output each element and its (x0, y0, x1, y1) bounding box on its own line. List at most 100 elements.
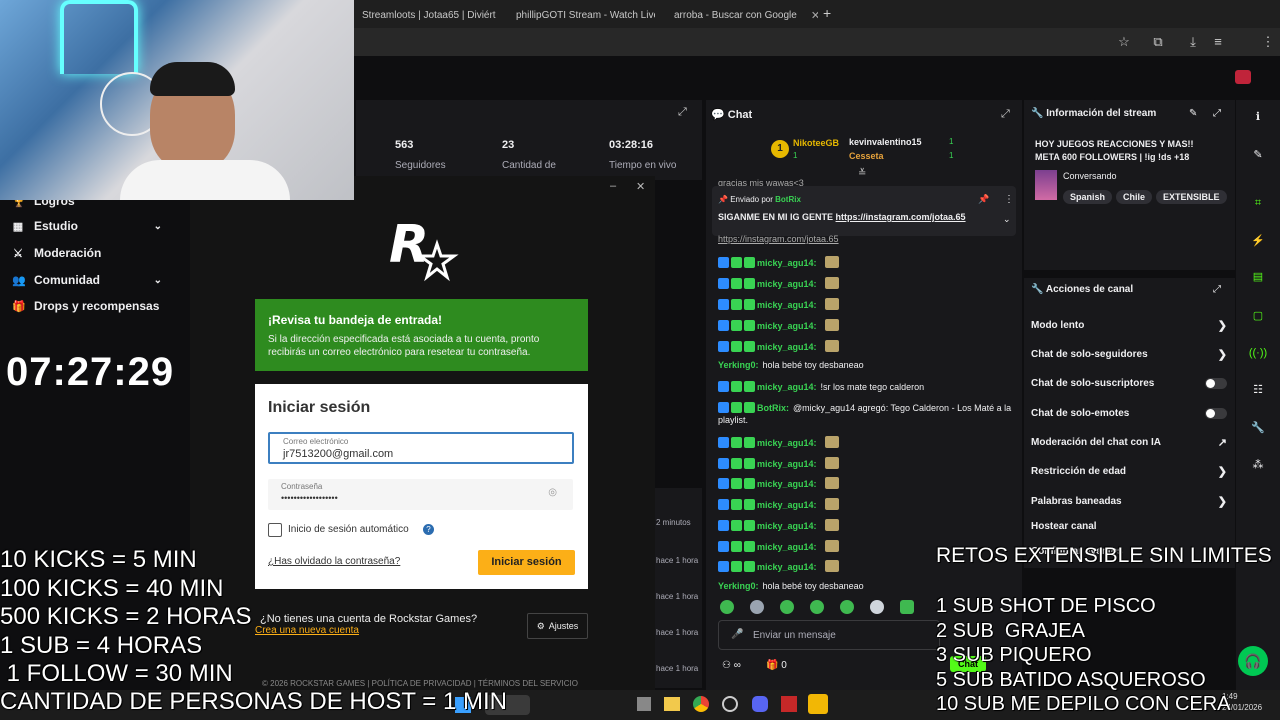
notes-icon[interactable]: ▤ (1248, 267, 1268, 287)
edit-icon[interactable]: ✎ (1189, 108, 1197, 119)
app-icon[interactable] (722, 696, 738, 712)
action-ai-moderation[interactable]: Moderación del chat con IA ↗ (1031, 431, 1227, 453)
chat-username[interactable]: BotRix: (757, 403, 789, 413)
chat-username[interactable]: micky_agu14: (757, 382, 817, 392)
extensions-icon[interactable]: ⧉ (1150, 34, 1166, 50)
download-icon[interactable]: ⤓ (1185, 34, 1201, 50)
action-host-channel[interactable]: Hostear canal (1031, 515, 1227, 537)
emote-icon[interactable] (840, 600, 854, 614)
browser-tab[interactable]: Streamloots | Jotaa65 | Diviérte ✕ (356, 4, 496, 26)
password-field[interactable]: Contraseña •••••••••••••••••• ◎ (268, 479, 573, 510)
sidebar-item-moderacion[interactable]: ⚔ Moderación (12, 240, 162, 266)
settings-button[interactable]: ⚙ Ajustes (527, 613, 588, 639)
support-headset-icon[interactable]: 🎧 (1238, 646, 1268, 676)
chevron-down-icon[interactable]: ⌄ (1003, 214, 1011, 225)
unpin-icon[interactable]: 📌 (978, 194, 989, 205)
wrench-icon[interactable]: 🔧 (1248, 418, 1268, 438)
chat-input[interactable]: 🎤 Enviar un mensaje (718, 620, 940, 650)
chat-username[interactable]: micky_agu14: (757, 300, 817, 310)
category-thumbnail[interactable] (1035, 170, 1057, 200)
emote-icon[interactable] (810, 600, 824, 614)
close-icon[interactable]: ✕ (636, 180, 645, 193)
forgot-password-link[interactable]: ¿Has olvidado la contraseña? (268, 556, 400, 567)
more-options-icon[interactable]: ⋮ (1004, 194, 1014, 205)
sidebar-item-estudio[interactable]: ▦ Estudio ⌄ (12, 213, 162, 239)
pinned-link[interactable]: https://instagram.com/jotaa.65 (836, 212, 966, 222)
app-icon[interactable] (781, 696, 797, 712)
emote-icon[interactable] (720, 600, 734, 614)
chat-username[interactable]: Yerking0: (718, 581, 759, 591)
chat-username[interactable]: micky_agu14: (757, 459, 817, 469)
emotes-only-toggle[interactable] (1205, 407, 1227, 419)
emote-icon[interactable] (900, 600, 914, 614)
browser-menu-icon[interactable]: ⋮ (1260, 34, 1276, 50)
gifts-display[interactable]: 🎁 0 (766, 660, 787, 671)
tag[interactable]: Chile (1116, 190, 1153, 204)
sidebar-item-drops[interactable]: 🎁 Drops y recompensas (12, 293, 162, 319)
user-avatar[interactable] (1235, 70, 1251, 84)
shapes-icon[interactable]: ⁂ (1248, 455, 1268, 475)
chat-username[interactable]: Yerking0: (718, 360, 759, 370)
action-subscribers-only[interactable]: Chat de solo-suscriptores (1031, 372, 1227, 394)
broadcast-icon[interactable]: ((·)) (1248, 343, 1268, 363)
login-submit-button[interactable]: Iniciar sesión (478, 550, 575, 575)
clip-icon[interactable]: ⌗ (1248, 193, 1268, 213)
new-tab-button[interactable]: + (823, 5, 831, 21)
minimize-icon[interactable]: – (610, 180, 616, 192)
popout-icon[interactable]: ⤢ (678, 106, 687, 119)
privacy-link[interactable]: POLÍTICA DE PRIVACIDAD (372, 679, 472, 688)
chat-username[interactable]: micky_agu14: (757, 258, 817, 268)
popout-icon[interactable]: ⤢ (1001, 108, 1010, 121)
chat-username[interactable]: micky_agu14: (757, 479, 817, 489)
layout-icon[interactable]: ☷ (1248, 380, 1268, 400)
lightning-icon[interactable]: ⚡ (1248, 231, 1268, 251)
chat-username[interactable]: micky_agu14: (757, 279, 817, 289)
subscribers-only-toggle[interactable] (1205, 377, 1227, 389)
chat-link-partial[interactable]: https://instagram.com/jotaa.65 (718, 234, 839, 244)
chat-username[interactable]: micky_agu14: (757, 562, 817, 572)
media-icon[interactable]: ≡ (1210, 34, 1226, 50)
edit-icon[interactable]: ✎ (1248, 145, 1268, 165)
chat-username[interactable]: micky_agu14: (757, 542, 817, 552)
chat-username[interactable]: micky_agu14: (757, 321, 817, 331)
action-age-restriction[interactable]: Restricción de edad ❯ (1031, 460, 1227, 482)
mic-icon[interactable]: 🎤 (731, 629, 743, 640)
file-explorer-icon[interactable] (664, 697, 680, 711)
chat-bubble-icon[interactable]: ▢ (1248, 306, 1268, 326)
popout-icon[interactable]: ⤢ (1213, 108, 1221, 119)
emote-icon[interactable] (870, 600, 884, 614)
chat-username[interactable]: micky_agu14: (757, 342, 817, 352)
action-slow-mode[interactable]: Modo lento ❯ (1031, 314, 1227, 336)
emote-icon[interactable] (750, 600, 764, 614)
points-display[interactable]: ⚇ ∞ (722, 660, 741, 671)
emote-icon (824, 477, 839, 489)
create-account-link[interactable]: Crea una nueva cuenta (255, 625, 359, 636)
terms-link[interactable]: TÉRMINOS DEL SERVICIO (478, 679, 578, 688)
emote-icon[interactable] (780, 600, 794, 614)
close-tab-icon[interactable]: ✕ (811, 9, 818, 22)
tag[interactable]: Spanish (1063, 190, 1113, 204)
category-name[interactable]: Conversando (1063, 171, 1117, 181)
discord-icon[interactable] (752, 696, 768, 712)
action-followers-only[interactable]: Chat de solo-seguidores ❯ (1031, 343, 1227, 365)
action-banned-words[interactable]: Palabras baneadas ❯ (1031, 490, 1227, 512)
chrome-icon[interactable] (693, 696, 709, 712)
tag[interactable]: EXTENSIBLE (1156, 190, 1227, 204)
email-field[interactable]: Correo electrónico jr7513200@gmail.com (268, 432, 574, 464)
show-password-icon[interactable]: ◎ (548, 487, 557, 498)
popout-icon[interactable]: ⤢ (1213, 284, 1221, 295)
chat-username[interactable]: micky_agu14: (757, 438, 817, 448)
sidebar-item-comunidad[interactable]: 👥 Comunidad ⌄ (12, 267, 162, 293)
help-icon[interactable]: ? (423, 524, 434, 535)
chat-username[interactable]: micky_agu14: (757, 500, 817, 510)
chat-username[interactable]: micky_agu14: (757, 521, 817, 531)
rockstar-launcher-icon[interactable] (808, 694, 828, 714)
collapse-icon[interactable]: ≚ (858, 168, 866, 179)
bookmark-star-icon[interactable]: ☆ (1116, 34, 1132, 50)
action-emotes-only[interactable]: Chat de solo-emotes (1031, 402, 1227, 424)
browser-tab[interactable]: phillipGOTI Stream - Watch Live ✕ (510, 4, 655, 26)
browser-tab[interactable]: arroba - Buscar con Google ✕ (668, 4, 818, 26)
task-view-icon[interactable] (637, 697, 651, 711)
info-icon[interactable]: ℹ (1248, 107, 1268, 127)
auto-login-checkbox[interactable] (268, 523, 282, 537)
